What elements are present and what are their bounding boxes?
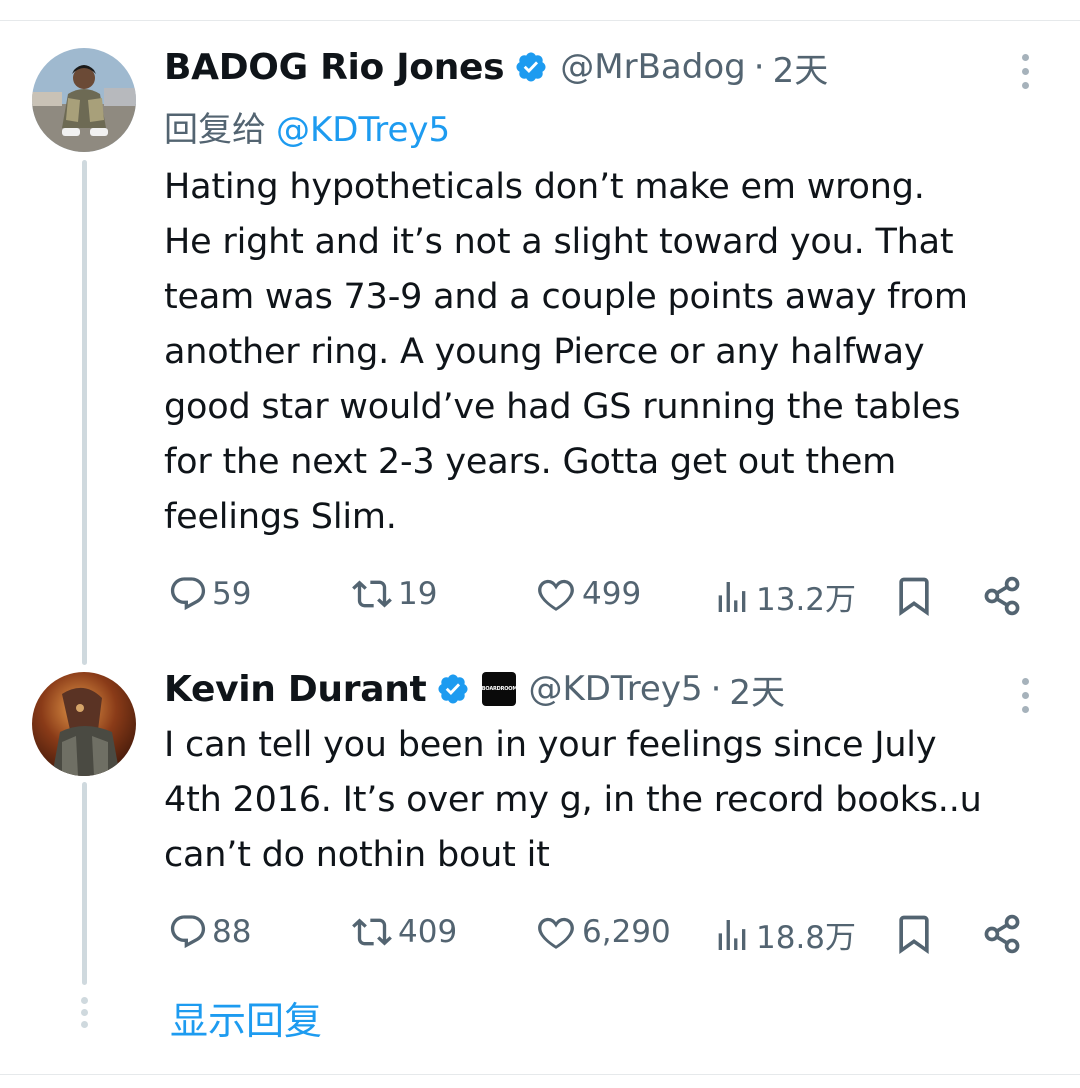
- affiliation-badge[interactable]: BOARDROOM: [482, 672, 517, 706]
- tweet-header: BADOG Rio Jones @MrBadog · 2天: [164, 43, 829, 92]
- reply-prefix: 回复给: [164, 110, 266, 150]
- reply-button[interactable]: 59: [168, 574, 251, 614]
- repost-button[interactable]: 19: [350, 574, 437, 614]
- tweet-header: Kevin Durant BOARDROOM @KDTrey5 · 2天: [164, 665, 785, 714]
- repost-icon: [352, 918, 392, 946]
- repost-count: 19: [398, 576, 438, 612]
- separator-dot: ·: [753, 47, 765, 87]
- reply-context: 回复给 @KDTrey5: [164, 102, 450, 151]
- like-icon: [538, 579, 574, 611]
- reply-count: 88: [212, 914, 252, 950]
- like-count: 499: [582, 576, 642, 612]
- author-name[interactable]: BADOG Rio Jones: [164, 47, 505, 88]
- bookmark-button[interactable]: [892, 574, 936, 618]
- verified-badge-icon: [516, 52, 546, 82]
- more-icon[interactable]: [1018, 54, 1032, 89]
- separator-dot: ·: [710, 669, 722, 709]
- reply-icon: [170, 915, 206, 949]
- like-button[interactable]: 499: [534, 574, 641, 614]
- share-icon: [984, 576, 1020, 616]
- repost-button[interactable]: 409: [350, 912, 457, 952]
- tweet-actions: 59 19 499 13.2万: [164, 570, 1034, 620]
- views-button[interactable]: 13.2万: [712, 574, 856, 619]
- avatar-badog[interactable]: [32, 48, 136, 152]
- verified-badge-icon: [438, 674, 468, 704]
- like-button[interactable]: 6,290: [534, 912, 671, 952]
- repost-count: 409: [398, 914, 458, 950]
- tweet-text: Hating hypotheticals don’t make em wrong…: [164, 167, 968, 537]
- thread-connector-line: [82, 160, 87, 665]
- share-icon: [984, 914, 1020, 954]
- reply-count: 59: [212, 576, 252, 612]
- views-count: 18.8万: [756, 920, 857, 956]
- views-icon: [718, 581, 746, 612]
- more-icon[interactable]: [1018, 678, 1032, 713]
- views-icon: [718, 919, 746, 950]
- tweet-timestamp[interactable]: 2天: [773, 43, 829, 92]
- bookmark-icon: [899, 915, 929, 955]
- show-replies-link[interactable]: 显示回复: [170, 990, 322, 1045]
- avatar-kevin-durant[interactable]: [32, 672, 136, 776]
- like-icon: [538, 917, 574, 949]
- bookmark-icon: [899, 577, 929, 617]
- like-count: 6,290: [582, 914, 671, 950]
- share-button[interactable]: [980, 574, 1024, 618]
- thread-ellipsis-dot: [81, 1009, 88, 1016]
- thread-ellipsis-dot: [81, 1021, 88, 1028]
- share-button[interactable]: [980, 912, 1024, 956]
- tweet-text: I can tell you been in your feelings sin…: [164, 725, 982, 875]
- tweet-timestamp[interactable]: 2天: [729, 665, 785, 714]
- reply-icon: [170, 577, 206, 611]
- author-handle[interactable]: @MrBadog: [560, 47, 745, 87]
- reply-mention-link[interactable]: @KDTrey5: [276, 110, 450, 150]
- top-divider: [0, 20, 1080, 21]
- author-name[interactable]: Kevin Durant: [164, 669, 427, 710]
- thread-ellipsis-dot: [81, 997, 88, 1004]
- views-count: 13.2万: [756, 582, 857, 618]
- views-button[interactable]: 18.8万: [712, 912, 856, 957]
- bottom-divider: [0, 1074, 1080, 1075]
- author-handle[interactable]: @KDTrey5: [528, 669, 702, 709]
- bookmark-button[interactable]: [892, 912, 936, 956]
- repost-icon: [352, 580, 392, 608]
- tweet-actions: 88 409 6,290 18.8万: [164, 908, 1034, 958]
- thread-connector-line: [82, 782, 87, 985]
- reply-button[interactable]: 88: [168, 912, 251, 952]
